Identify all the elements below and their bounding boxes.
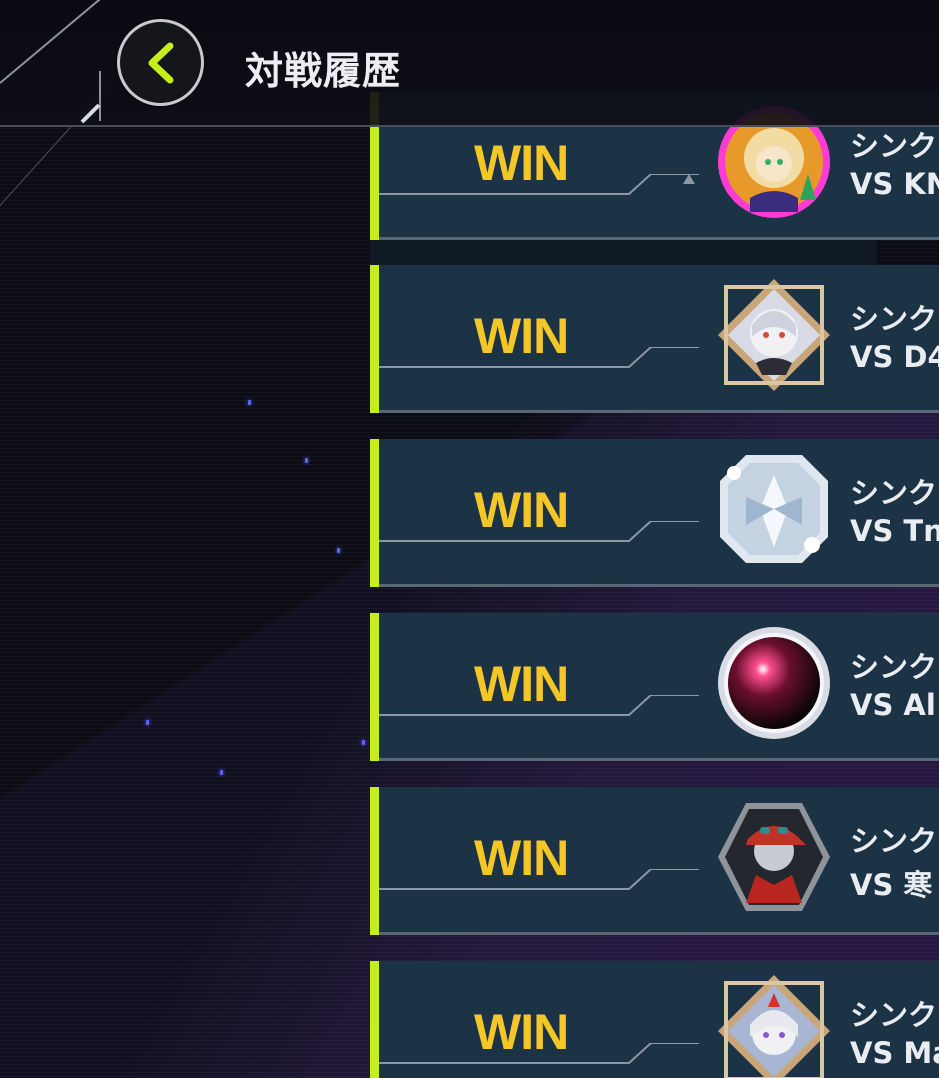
row-bottom-edge: [379, 584, 939, 587]
sparkle: [248, 400, 251, 405]
match-mode-label: シンク: [850, 302, 938, 336]
sparkle: [337, 548, 340, 553]
match-row[interactable]: WIN シンク VS Ma: [370, 961, 939, 1078]
match-history-list[interactable]: WIN シンク VS KN WIN シンク VS D4 WIN シンク VS T…: [370, 0, 939, 1078]
orb-avatar-icon: [716, 625, 832, 741]
connector-line: [379, 1043, 699, 1064]
match-mode-label: シンク: [850, 650, 938, 684]
character-avatar-icon: [716, 277, 832, 393]
connector-line: [379, 174, 699, 195]
character-avatar-icon: [716, 451, 832, 567]
chevron-left-icon: [148, 42, 173, 83]
match-mode-label: シンク: [850, 824, 938, 858]
match-row[interactable]: WIN シンク VS 寒: [370, 787, 939, 935]
page-title: 対戦履歴: [245, 49, 402, 93]
header-decoration: [99, 71, 101, 121]
row-separator: [370, 239, 877, 265]
match-mode-label: シンク: [850, 476, 938, 510]
match-row[interactable]: WIN シンク VS Al: [370, 613, 939, 761]
sparkle: [146, 720, 149, 725]
opponent-label: VS KN: [850, 167, 939, 201]
row-bottom-edge: [379, 410, 939, 413]
match-row[interactable]: WIN シンク VS D4: [370, 265, 939, 413]
opponent-label: VS Al: [850, 688, 936, 722]
header-bar: 対戦履歴: [0, 0, 939, 127]
connector-line: [379, 347, 699, 368]
sparkle: [362, 740, 365, 745]
row-accent-bar: [370, 439, 379, 587]
opponent-label: VS Tn: [850, 514, 939, 548]
connector-line: [379, 869, 699, 890]
row-accent-bar: [370, 265, 379, 413]
sparkle: [220, 770, 223, 775]
row-accent-bar: [370, 961, 379, 1078]
row-bottom-edge: [379, 237, 939, 240]
row-accent-bar: [370, 613, 379, 761]
connector-line: [379, 521, 699, 542]
match-mode-label: シンク: [850, 998, 938, 1032]
character-avatar-icon: [716, 973, 832, 1078]
header-decoration: [80, 103, 101, 124]
opponent-label: VS D4: [850, 340, 939, 374]
row-bottom-edge: [379, 932, 939, 935]
match-mode-label: シンク: [850, 129, 938, 163]
row-accent-bar: [370, 787, 379, 935]
opponent-label: VS Ma: [850, 1036, 939, 1070]
sparkle: [305, 458, 308, 463]
character-avatar-icon: [716, 799, 832, 915]
connector-line: [379, 695, 699, 716]
back-button[interactable]: [117, 19, 204, 106]
opponent-label: VS 寒: [850, 868, 933, 902]
header-decoration: [0, 0, 101, 84]
row-bottom-edge: [379, 758, 939, 761]
match-row[interactable]: WIN シンク VS Tn: [370, 439, 939, 587]
